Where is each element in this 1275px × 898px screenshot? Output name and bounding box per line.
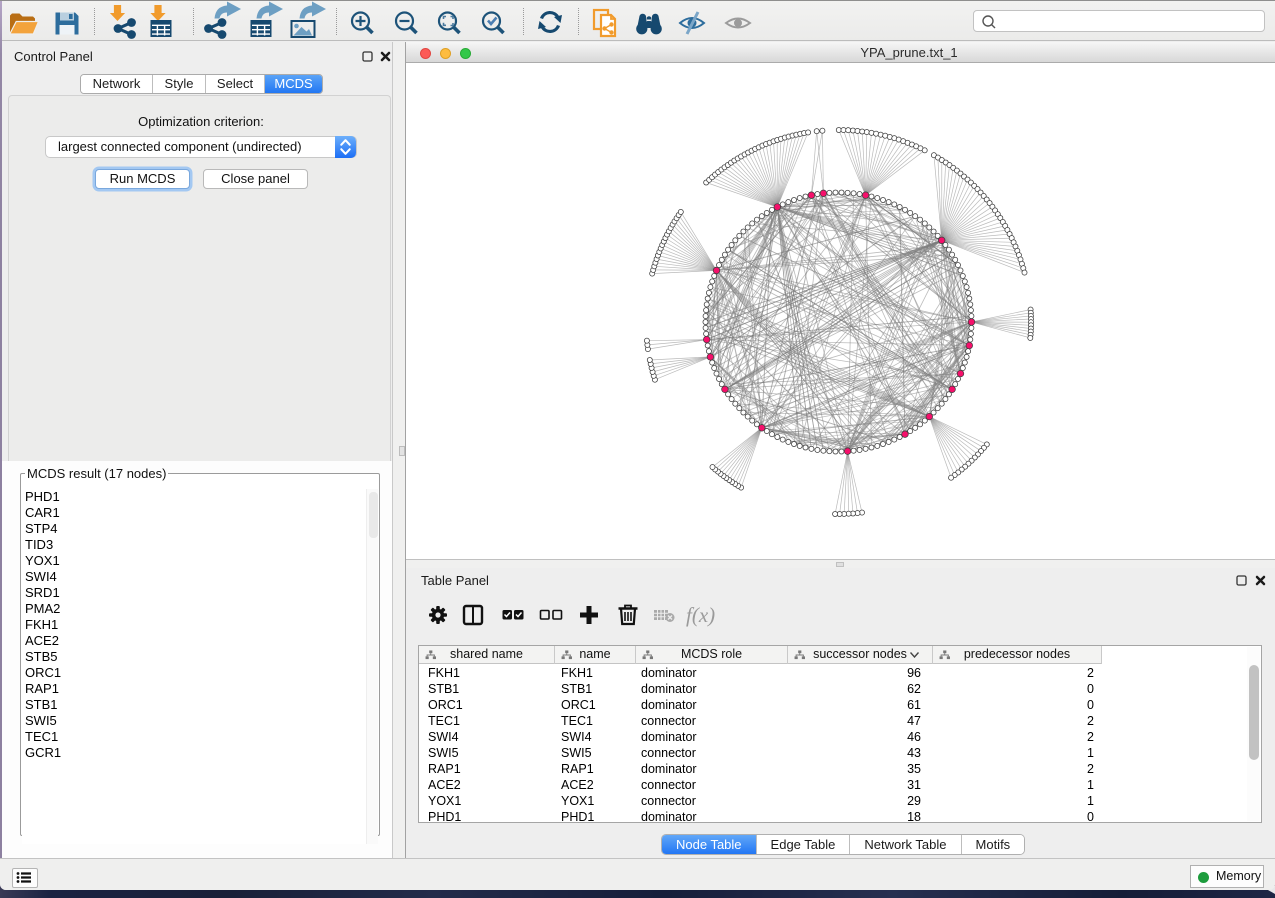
svg-text:f(x): f(x) xyxy=(686,603,715,627)
